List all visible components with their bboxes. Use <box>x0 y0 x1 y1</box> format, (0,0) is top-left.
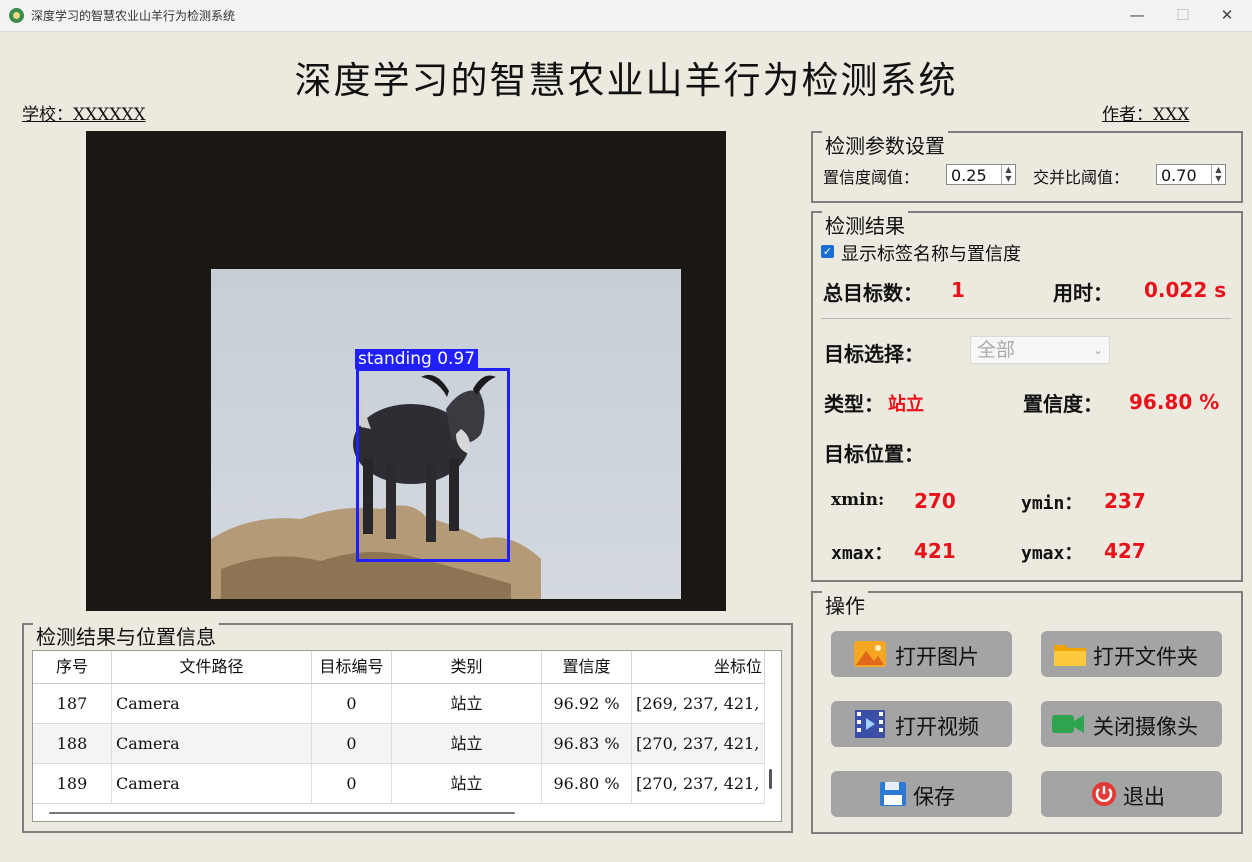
exit-label: 退出 <box>1123 785 1165 809</box>
open-video-label: 打开视频 <box>895 715 979 739</box>
table-row[interactable]: 189 Camera 0 站立 96.80 % [270, 237, 421, … <box>33 764 765 804</box>
time-value: 0.022 s <box>1144 278 1227 302</box>
xmin-label: xmin: <box>831 490 885 510</box>
table-cell: Camera <box>112 764 312 803</box>
detection-bounding-box <box>356 368 510 562</box>
table-cell: Camera <box>112 724 312 763</box>
params-title: 检测参数设置 <box>822 130 948 159</box>
ymax-value: 427 <box>1104 539 1146 563</box>
column-header[interactable]: 类别 <box>392 651 542 684</box>
page-title: 深度学习的智慧农业山羊行为检测系统 <box>294 59 958 102</box>
maximize-button[interactable]: ☐ <box>1160 0 1206 31</box>
confidence-value: 96.80 % <box>1129 390 1220 414</box>
table-cell: 0 <box>312 684 392 723</box>
conf-threshold-value: 0.25 <box>951 166 987 185</box>
exit-button[interactable]: 退出 <box>1041 771 1222 817</box>
table-cell: 0 <box>312 764 392 803</box>
spin-arrows-icon[interactable]: ▲ ▼ <box>1211 165 1225 184</box>
conf-threshold-spinbox[interactable]: 0.25 ▲ ▼ <box>946 164 1016 185</box>
window-titlebar: 深度学习的智慧农业山羊行为检测系统 — ☐ ✕ <box>0 0 1252 32</box>
target-select-combobox[interactable]: 全部 ⌄ <box>970 336 1110 364</box>
table-row[interactable]: 188 Camera 0 站立 96.83 % [270, 237, 421, … <box>33 724 765 764</box>
open-folder-label: 打开文件夹 <box>1093 645 1198 669</box>
divider <box>821 318 1231 319</box>
app-icon <box>9 8 24 23</box>
target-select-label: 目标选择： <box>824 342 924 366</box>
minimize-button[interactable]: — <box>1114 0 1160 31</box>
time-label: 用时： <box>1053 281 1113 305</box>
save-button[interactable]: 保存 <box>831 771 1012 817</box>
horizontal-scrollbar[interactable] <box>49 812 515 814</box>
ymax-label: ymax： <box>1021 543 1083 564</box>
table-cell: 96.92 % <box>542 684 632 723</box>
xmax-value: 421 <box>914 539 956 563</box>
image-icon <box>854 641 886 667</box>
column-header[interactable]: 坐标位 <box>632 651 765 684</box>
power-icon <box>1092 782 1116 806</box>
open-image-button[interactable]: 打开图片 <box>831 631 1012 677</box>
show-label-text: 显示标签名称与置信度 <box>841 244 1021 265</box>
type-value: 站立 <box>888 394 924 415</box>
table-cell: 96.83 % <box>542 724 632 763</box>
target-select-value: 全部 <box>977 339 1016 361</box>
iou-threshold-spinbox[interactable]: 0.70 ▲ ▼ <box>1156 164 1226 185</box>
open-folder-button[interactable]: 打开文件夹 <box>1041 631 1222 677</box>
operations-title: 操作 <box>822 590 868 619</box>
spin-arrows-icon[interactable]: ▲ ▼ <box>1001 165 1015 184</box>
detection-image: standing 0.97 <box>86 131 726 611</box>
position-label: 目标位置： <box>824 442 924 466</box>
save-icon <box>880 782 906 806</box>
close-camera-label: 关闭摄像头 <box>1093 715 1198 739</box>
conf-threshold-label: 置信度阈值： <box>823 168 920 187</box>
iou-threshold-value: 0.70 <box>1161 166 1197 185</box>
total-count-value: 1 <box>951 278 965 302</box>
table-title: 检测结果与位置信息 <box>33 621 219 650</box>
confidence-label: 置信度： <box>1023 392 1103 416</box>
table-cell: 189 <box>33 764 112 803</box>
close-button[interactable]: ✕ <box>1204 0 1250 31</box>
video-icon <box>855 710 885 738</box>
table-cell: [270, 237, 421, 42 <box>632 724 765 763</box>
vertical-scrollbar[interactable] <box>769 769 772 789</box>
chevron-down-icon: ⌄ <box>1092 343 1103 357</box>
show-label-checkbox[interactable]: ✓ <box>821 245 834 258</box>
column-header[interactable]: 文件路径 <box>112 651 312 684</box>
table-cell: Camera <box>112 684 312 723</box>
camera-icon <box>1052 715 1084 733</box>
xmax-label: xmax： <box>831 543 893 564</box>
table-cell: 0 <box>312 724 392 763</box>
detection-label: standing 0.97 <box>355 349 479 369</box>
column-header[interactable]: 目标编号 <box>312 651 392 684</box>
save-label: 保存 <box>913 785 955 809</box>
close-camera-button[interactable]: 关闭摄像头 <box>1041 701 1222 747</box>
iou-threshold-label: 交并比阈值： <box>1033 168 1130 187</box>
xmin-value: 270 <box>914 489 956 513</box>
school-label: 学校：XXXXXX <box>22 105 146 125</box>
folder-icon <box>1054 645 1086 666</box>
results-title: 检测结果 <box>822 210 908 239</box>
ymin-value: 237 <box>1104 489 1146 513</box>
table-cell: [270, 237, 421, 42 <box>632 764 765 803</box>
table-row[interactable]: 187 Camera 0 站立 96.92 % [269, 237, 421, … <box>33 684 765 724</box>
column-header[interactable]: 序号 <box>33 651 112 684</box>
table-cell: [269, 237, 421, 42 <box>632 684 765 723</box>
open-video-button[interactable]: 打开视频 <box>831 701 1012 747</box>
table-cell: 站立 <box>392 684 542 723</box>
table-cell: 188 <box>33 724 112 763</box>
results-table[interactable]: 序号 文件路径 目标编号 类别 置信度 坐标位 187 Camera 0 站立 … <box>32 650 782 822</box>
table-cell: 站立 <box>392 724 542 763</box>
window-title: 深度学习的智慧农业山羊行为检测系统 <box>31 9 236 23</box>
author-label: 作者：XXX <box>1102 105 1190 125</box>
table-cell: 96.80 % <box>542 764 632 803</box>
type-label: 类型： <box>824 392 884 416</box>
ymin-label: ymin： <box>1021 493 1083 514</box>
total-count-label: 总目标数： <box>823 281 923 305</box>
column-header[interactable]: 置信度 <box>542 651 632 684</box>
table-cell: 187 <box>33 684 112 723</box>
open-image-label: 打开图片 <box>895 645 979 669</box>
table-cell: 站立 <box>392 764 542 803</box>
